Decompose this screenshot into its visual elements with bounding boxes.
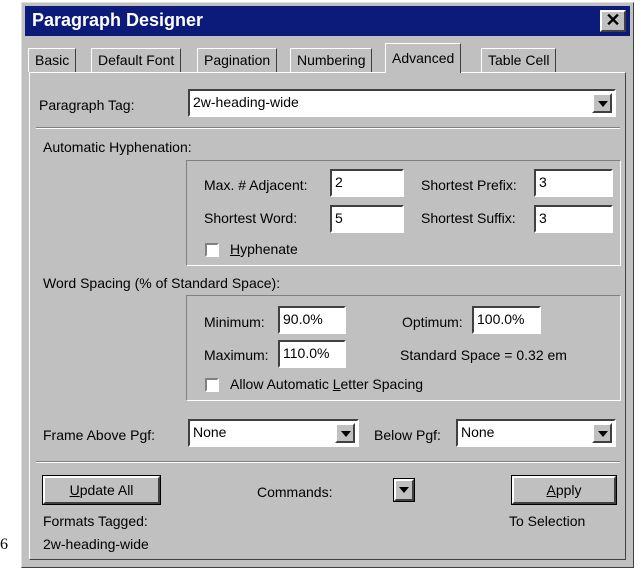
frame-below-value: None	[461, 424, 495, 440]
optimum-input[interactable]: 100.0%	[472, 306, 541, 334]
maximum-value: 110.0%	[283, 345, 330, 361]
shortest-suffix-label: Shortest Suffix:	[421, 210, 516, 226]
tab-pagination[interactable]: Pagination	[197, 48, 278, 72]
tab-label: Basic	[35, 52, 70, 68]
shortest-prefix-label: Shortest Prefix:	[421, 177, 517, 193]
shortest-word-input[interactable]: 5	[330, 205, 404, 233]
optimum-value: 100.0%	[477, 311, 525, 327]
tab-default-font[interactable]: Default Font	[91, 48, 182, 72]
access-key: A	[546, 482, 556, 498]
shortest-word-value: 5	[335, 210, 343, 226]
tab-label: Pagination	[204, 52, 271, 68]
chevron-down-icon	[598, 431, 608, 437]
chevron-down-icon	[598, 101, 608, 107]
word-spacing-heading: Word Spacing (% of Standard Space):	[43, 275, 281, 291]
divider	[36, 127, 620, 129]
frame-above-select[interactable]: None	[188, 419, 359, 447]
commands-label: Commands:	[257, 484, 333, 500]
frame-below-select[interactable]: None	[456, 419, 616, 447]
shortest-word-label: Shortest Word:	[204, 210, 298, 226]
tab-basic[interactable]: Basic	[28, 48, 77, 72]
commands-dropdown-button[interactable]	[393, 478, 415, 502]
frame-below-dropdown-button[interactable]	[592, 423, 612, 443]
minimum-label: Minimum:	[204, 314, 265, 330]
hyphenate-label[interactable]: Hyphenate	[230, 241, 298, 257]
window-title: Paragraph Designer	[32, 10, 204, 30]
tab-label: Numbering	[297, 52, 366, 68]
minimum-value: 90.0%	[283, 311, 323, 327]
to-selection-label: To Selection	[509, 513, 586, 529]
frame-above-label: Frame Above Pgf:	[43, 427, 156, 443]
apply-button[interactable]: Apply	[511, 475, 617, 505]
tab-label: Default Font	[98, 52, 175, 68]
shortest-suffix-value: 3	[539, 210, 547, 226]
paragraph-tag-label: Paragraph Tag:	[39, 97, 135, 113]
button-label: pdate All	[79, 482, 134, 498]
close-button[interactable]: ✕	[600, 10, 626, 32]
tab-label: Advanced	[392, 50, 455, 66]
max-adjacent-label: Max. # Adjacent:	[204, 177, 308, 193]
shortest-prefix-value: 3	[539, 174, 547, 190]
update-all-button[interactable]: Update All	[42, 475, 161, 505]
button-label: pply	[555, 482, 582, 498]
chevron-down-icon	[341, 431, 351, 437]
formats-tagged-value: 2w-heading-wide	[43, 536, 149, 552]
stray-text: 6	[0, 536, 8, 553]
formats-tagged-label: Formats Tagged:	[43, 513, 148, 529]
paragraph-tag-dropdown-button[interactable]	[592, 93, 612, 113]
shortest-prefix-input[interactable]: 3	[534, 169, 613, 197]
tab-label: Table Cell	[488, 52, 550, 68]
paragraph-tag-value: 2w-heading-wide	[193, 94, 299, 110]
access-key: U	[69, 482, 80, 498]
access-key: L	[332, 376, 341, 392]
access-key: H	[230, 241, 241, 257]
frame-above-dropdown-button[interactable]	[335, 423, 355, 443]
standard-space-readout: Standard Space = 0.32 em	[400, 347, 567, 363]
close-icon: ✕	[605, 10, 621, 30]
chevron-down-icon	[399, 487, 409, 493]
hyphenate-checkbox[interactable]	[205, 243, 219, 257]
label-text: Allow Automatic	[230, 376, 333, 392]
divider	[36, 461, 620, 463]
maximum-input[interactable]: 110.0%	[278, 340, 346, 368]
max-adjacent-input[interactable]: 2	[330, 169, 404, 197]
paragraph-tag-select[interactable]: 2w-heading-wide	[188, 89, 616, 117]
hyphenation-heading: Automatic Hyphenation:	[43, 139, 192, 155]
frame-above-value: None	[193, 424, 227, 440]
tab-advanced[interactable]: Advanced	[385, 43, 462, 73]
minimum-input[interactable]: 90.0%	[278, 306, 346, 334]
tab-numbering[interactable]: Numbering	[290, 48, 373, 72]
paragraph-designer-window: Paragraph Designer ✕ Basic Default Font …	[21, 2, 634, 568]
title-bar[interactable]: Paragraph Designer ✕	[25, 6, 630, 36]
label-text: etter Spacing	[340, 376, 424, 392]
max-adjacent-value: 2	[335, 174, 343, 190]
shortest-suffix-input[interactable]: 3	[534, 205, 613, 233]
maximum-label: Maximum:	[204, 347, 269, 363]
letter-spacing-checkbox[interactable]	[205, 378, 219, 392]
label-text: yphenate	[240, 241, 298, 257]
letter-spacing-label[interactable]: Allow Automatic Letter Spacing	[230, 376, 423, 392]
frame-below-label: Below Pgf:	[374, 427, 441, 443]
tab-table-cell[interactable]: Table Cell	[481, 48, 557, 72]
optimum-label: Optimum:	[402, 314, 463, 330]
